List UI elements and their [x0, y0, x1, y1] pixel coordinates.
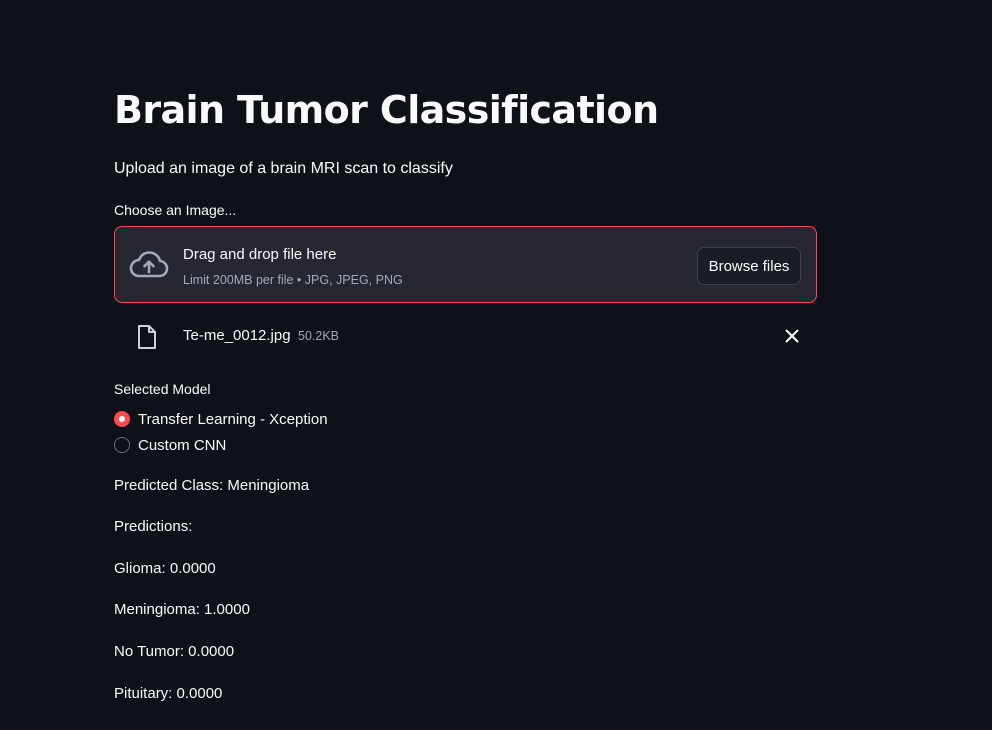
page-title: Brain Tumor Classification — [114, 88, 659, 132]
uploader-label: Choose an Image... — [114, 202, 237, 218]
remove-file-close-icon[interactable] — [782, 326, 802, 346]
uploaded-file-name: Te-me_0012.jpg — [183, 327, 291, 344]
radio-option-label: Custom CNN — [138, 436, 227, 454]
prediction-no-tumor: No Tumor: 0.0000 — [114, 643, 235, 660]
uploaded-file-row: Te-me_0012.jpg 50.2KB — [114, 318, 817, 356]
predictions-header: Predictions: — [114, 518, 193, 535]
prediction-pituitary: Pituitary: 0.0000 — [114, 685, 223, 702]
browse-files-button[interactable]: Browse files — [697, 247, 801, 285]
dropzone-hint: Limit 200MB per file • JPG, JPEG, PNG — [183, 273, 403, 287]
radio-option-custom-cnn[interactable]: Custom CNN — [114, 434, 226, 456]
page-subtitle: Upload an image of a brain MRI scan to c… — [114, 160, 453, 177]
radio-unchecked-icon[interactable] — [114, 437, 130, 453]
predicted-class-text: Predicted Class: Meningioma — [114, 477, 310, 494]
cloud-upload-icon — [129, 251, 169, 278]
radio-option-xception[interactable]: Transfer Learning - Xception — [114, 408, 328, 430]
prediction-glioma: Glioma: 0.0000 — [114, 560, 216, 577]
file-dropzone[interactable]: Drag and drop file here Limit 200MB per … — [114, 226, 817, 303]
dropzone-title: Drag and drop file here — [183, 246, 337, 263]
model-select-label: Selected Model — [114, 381, 211, 397]
file-icon — [138, 325, 156, 349]
radio-checked-icon[interactable] — [114, 411, 130, 427]
prediction-meningioma: Meningioma: 1.0000 — [114, 601, 250, 618]
uploaded-file-size: 50.2KB — [298, 329, 340, 343]
radio-option-label: Transfer Learning - Xception — [138, 410, 328, 428]
